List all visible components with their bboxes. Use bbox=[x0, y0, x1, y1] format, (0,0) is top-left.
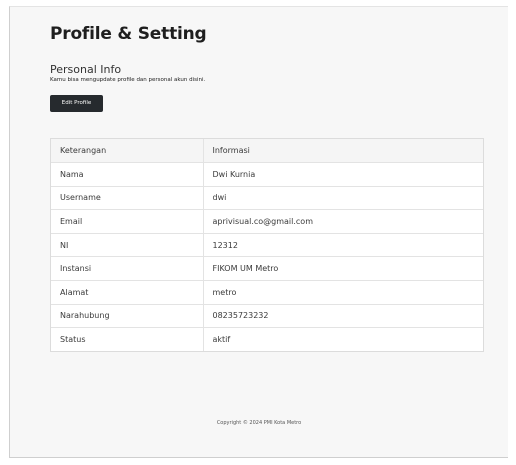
row-label: Email bbox=[51, 209, 204, 234]
table-row: NI 12312 bbox=[51, 233, 483, 258]
column-header-informasi: Informasi bbox=[203, 139, 483, 164]
app-frame: Profile & Setting Personal Info Kamu bis… bbox=[9, 6, 508, 458]
table-row: Narahubung 08235723232 bbox=[51, 304, 483, 329]
row-label: Alamat bbox=[51, 280, 204, 305]
profile-info-table: Keterangan Informasi Nama Dwi Kurnia Use… bbox=[50, 138, 484, 353]
table-row: Email aprivisual.co@gmail.com bbox=[51, 209, 483, 234]
row-value: Dwi Kurnia bbox=[203, 162, 483, 187]
row-label: Narahubung bbox=[51, 304, 204, 329]
row-value: FIKOM UM Metro bbox=[203, 256, 483, 282]
row-label: Nama bbox=[51, 162, 204, 187]
table-row: Username dwi bbox=[51, 186, 483, 211]
row-label: Username bbox=[51, 186, 204, 211]
table-row: Status aktif bbox=[51, 327, 483, 352]
footer-copyright: Copyright © 2024 PMI Kota Metro bbox=[216, 420, 302, 426]
edit-profile-button[interactable]: Edit Profile bbox=[50, 95, 103, 112]
row-label: Instansi bbox=[51, 256, 204, 282]
table-row: Instansi FIKOM UM Metro bbox=[51, 256, 483, 282]
personal-info-title: Personal Info bbox=[50, 63, 122, 76]
personal-info-description: Kamu bisa mengupdate profile dan persona… bbox=[50, 77, 206, 83]
row-value: dwi bbox=[203, 186, 483, 211]
table-row: Nama Dwi Kurnia bbox=[51, 162, 483, 187]
table-header-row: Keterangan Informasi bbox=[51, 139, 483, 164]
row-value: 08235723232 bbox=[203, 304, 483, 329]
row-value: aktif bbox=[212, 335, 231, 345]
row-value: metro bbox=[203, 280, 483, 305]
column-header-keterangan: Keterangan bbox=[51, 139, 204, 164]
row-label: Status bbox=[51, 327, 204, 352]
page-title: Profile & Setting bbox=[50, 24, 207, 44]
row-value: 12312 bbox=[203, 233, 483, 258]
row-value: aprivisual.co@gmail.com bbox=[203, 209, 483, 234]
row-label: NI bbox=[51, 233, 204, 258]
table-row: Alamat metro bbox=[51, 280, 483, 305]
